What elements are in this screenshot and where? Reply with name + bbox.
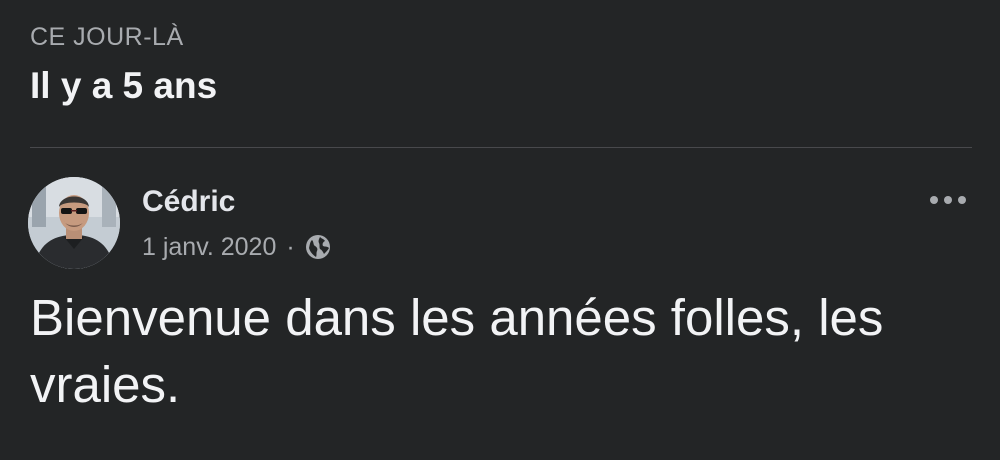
meta-separator: ·	[286, 233, 295, 261]
post-meta: 1 janv. 2020 ·	[142, 230, 331, 264]
memory-title: Il y a 5 ans	[30, 65, 218, 106]
avatar[interactable]	[28, 177, 120, 269]
post-date[interactable]: 1 janv. 2020	[142, 231, 276, 263]
more-options-button[interactable]	[924, 186, 972, 214]
post-text: Bienvenue dans les années folles, les vr…	[30, 289, 884, 413]
author-name[interactable]: Cédric	[142, 184, 235, 220]
globe-icon[interactable]	[305, 234, 331, 260]
section-label: CE JOUR-LÀ	[30, 23, 184, 51]
more-horizontal-icon	[930, 196, 966, 204]
divider	[30, 147, 972, 148]
